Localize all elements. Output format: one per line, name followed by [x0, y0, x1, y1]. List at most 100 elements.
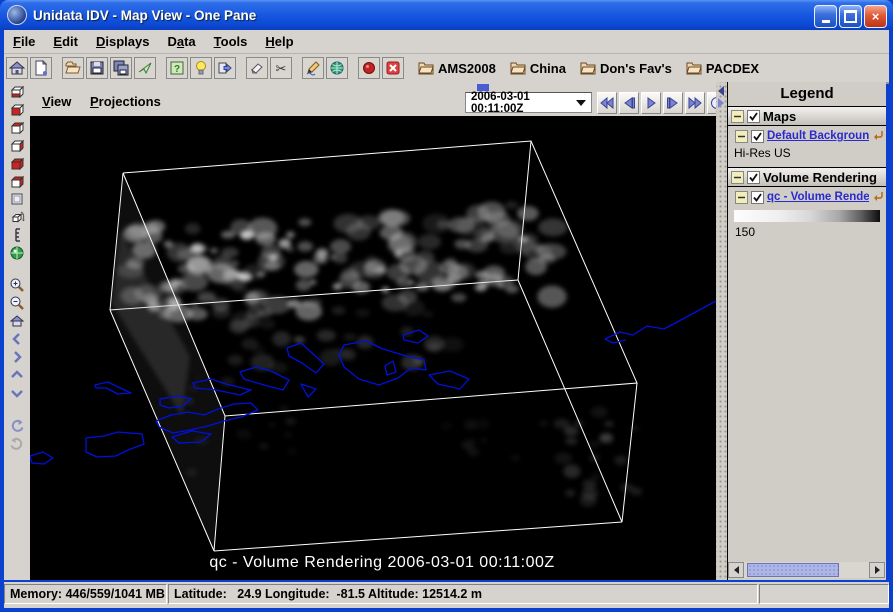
- cube-top-button[interactable]: [8, 118, 26, 136]
- cube-bottom-button[interactable]: [8, 82, 26, 100]
- svg-text:✂: ✂: [276, 61, 287, 76]
- folder-icon: [580, 60, 596, 76]
- menu-displays[interactable]: Displays: [87, 32, 158, 51]
- default-background-link[interactable]: Default Background ...: [767, 130, 869, 142]
- expand-right-icon[interactable]: [718, 98, 724, 108]
- menu-view[interactable]: View: [34, 92, 79, 111]
- splitter-handle[interactable]: [716, 82, 727, 580]
- step-first-button[interactable]: [597, 92, 617, 114]
- scroll-right-button[interactable]: [869, 562, 885, 578]
- zoom-in-button[interactable]: [8, 276, 26, 294]
- save-as-button[interactable]: [110, 57, 132, 79]
- step-last-icon: [687, 95, 703, 111]
- stop-button[interactable]: [382, 57, 404, 79]
- qc-volume-link[interactable]: qc - Volume Renderi...: [767, 191, 869, 203]
- globe-small-button[interactable]: [8, 244, 26, 262]
- send-button[interactable]: [134, 57, 156, 79]
- menu-help[interactable]: Help: [256, 32, 302, 51]
- legend-horizontal-scrollbar[interactable]: [728, 562, 886, 578]
- qc-visibility-checkbox[interactable]: [751, 191, 764, 204]
- cut-button[interactable]: ✂: [270, 57, 292, 79]
- exit-button[interactable]: [214, 57, 236, 79]
- open-folder-button[interactable]: [62, 57, 84, 79]
- step-last-button[interactable]: [685, 92, 705, 114]
- menu-tools[interactable]: Tools: [205, 32, 257, 51]
- message-status: [759, 584, 889, 604]
- legend-section-volume-rendering[interactable]: Volume Rendering: [728, 167, 886, 187]
- undo-button[interactable]: [8, 416, 26, 434]
- collapse-box-icon[interactable]: [735, 191, 748, 204]
- menu-data[interactable]: Data: [158, 32, 204, 51]
- help-button[interactable]: ?: [166, 57, 188, 79]
- step-back-button[interactable]: [619, 92, 639, 114]
- colorbar-min-label: 150: [728, 222, 886, 239]
- play-button[interactable]: [641, 92, 661, 114]
- colorbar[interactable]: [734, 210, 880, 222]
- pan-up-button[interactable]: [8, 366, 26, 384]
- menu-edit[interactable]: Edit: [44, 32, 87, 51]
- pan-left-button[interactable]: [8, 330, 26, 348]
- pan-down-button[interactable]: [8, 384, 26, 402]
- pan-right-button[interactable]: [8, 348, 26, 366]
- scrollbar-thumb[interactable]: [747, 563, 839, 577]
- map-view-3d[interactable]: qc - Volume Rendering 2006-03-01 00:11:0…: [30, 116, 716, 580]
- maps-visibility-checkbox[interactable]: [747, 110, 760, 123]
- play-icon: [643, 95, 659, 111]
- cube-solid-icon: [9, 155, 25, 171]
- globe-button[interactable]: [326, 57, 348, 79]
- rotate-cube-button[interactable]: [8, 208, 26, 226]
- cube-right-button[interactable]: [8, 136, 26, 154]
- save-button[interactable]: [86, 57, 108, 79]
- collapse-box-icon[interactable]: [731, 171, 744, 184]
- title-bar[interactable]: Unidata IDV - Map View - One Pane: [0, 0, 893, 30]
- volume-visibility-checkbox[interactable]: [747, 171, 760, 184]
- box-outline-button[interactable]: [8, 190, 26, 208]
- folder-icon: [686, 60, 702, 76]
- minimize-button[interactable]: [814, 5, 837, 28]
- stop-icon: [385, 60, 401, 76]
- time-dropdown[interactable]: 2006-03-01 00:11:00Z: [465, 92, 592, 113]
- cube-bottom-icon: [9, 83, 25, 99]
- scroll-left-button[interactable]: [728, 562, 744, 578]
- vertical-ruler-button[interactable]: [8, 226, 26, 244]
- record-button[interactable]: [358, 57, 380, 79]
- window-title: Unidata IDV - Map View - One Pane: [33, 8, 256, 23]
- maximize-button[interactable]: [839, 5, 862, 28]
- cube-back-icon: [9, 173, 25, 189]
- collapse-box-icon[interactable]: [735, 130, 748, 143]
- favorite-don-s-fav-s[interactable]: Don's Fav's: [580, 60, 672, 76]
- favorite-ams2008[interactable]: AMS2008: [418, 60, 496, 76]
- redo-button[interactable]: [8, 434, 26, 452]
- step-forward-button[interactable]: [663, 92, 683, 114]
- item-menu-arrow-icon[interactable]: [873, 191, 884, 202]
- favorite-china[interactable]: China: [510, 60, 566, 76]
- cube-solid-button[interactable]: [8, 154, 26, 172]
- close-button[interactable]: ×: [864, 5, 887, 28]
- collapse-left-icon[interactable]: [718, 86, 724, 96]
- zoom-out-button[interactable]: [8, 294, 26, 312]
- favorite-pacdex[interactable]: PACDEX: [686, 60, 759, 76]
- legend-section-maps[interactable]: Maps: [728, 107, 886, 126]
- item-menu-arrow-icon[interactable]: [873, 130, 884, 141]
- globe-small-icon: [9, 245, 25, 261]
- tip-button[interactable]: [190, 57, 212, 79]
- cube-front-button[interactable]: [8, 100, 26, 118]
- rotate-cube-icon: [9, 209, 25, 225]
- edit-button[interactable]: [302, 57, 324, 79]
- vertical-ruler-icon: [9, 227, 25, 243]
- send-icon: [137, 60, 153, 76]
- app-icon: [7, 5, 27, 25]
- new-document-button[interactable]: [30, 57, 52, 79]
- eraser-button[interactable]: [246, 57, 268, 79]
- cut-icon: ✂: [273, 60, 289, 76]
- menu-projections[interactable]: Projections: [82, 92, 169, 111]
- undo-icon: [9, 417, 25, 433]
- cube-back-button[interactable]: [8, 172, 26, 190]
- record-icon: [361, 60, 377, 76]
- home-button[interactable]: [6, 57, 28, 79]
- background-visibility-checkbox[interactable]: [751, 130, 764, 143]
- menu-file[interactable]: File: [4, 32, 44, 51]
- view-sidebar-toolbar: [4, 82, 31, 580]
- collapse-box-icon[interactable]: [731, 110, 744, 123]
- home-view-button[interactable]: [8, 312, 26, 330]
